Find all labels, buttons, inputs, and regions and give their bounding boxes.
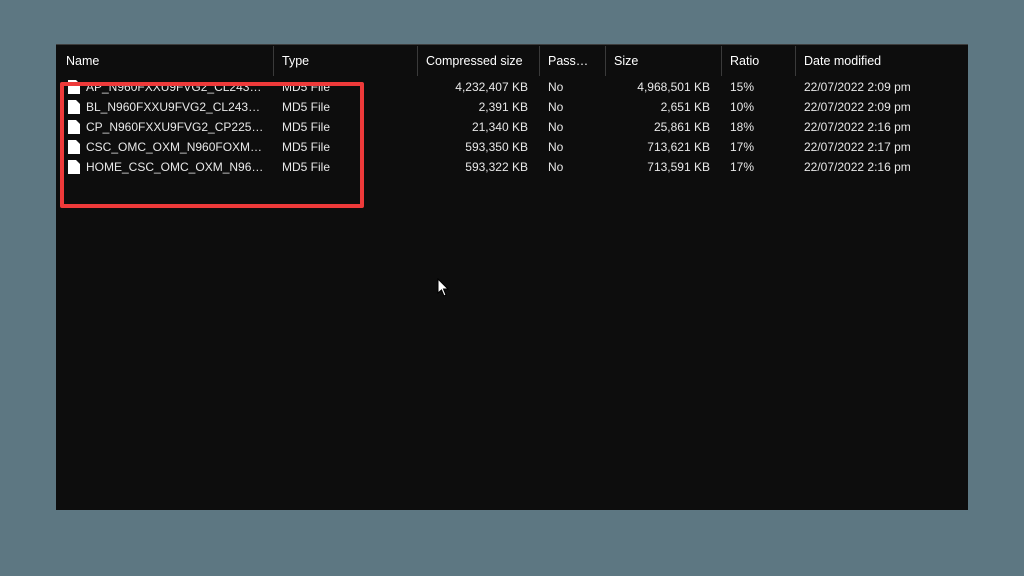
cell-size: 713,591 KB bbox=[606, 160, 722, 174]
table-row[interactable]: CP_N960FXXU9FVG2_CP22538496_... MD5 File… bbox=[56, 117, 968, 137]
cell-name: BL_N960FXXU9FVG2_CL24343300_... bbox=[56, 100, 274, 114]
file-name-label: CSC_OMC_OXM_N960FOXM9FVG2... bbox=[86, 140, 266, 154]
cell-compressed-size: 593,350 KB bbox=[418, 140, 540, 154]
cell-password: No bbox=[540, 140, 606, 154]
cell-date-modified: 22/07/2022 2:09 pm bbox=[796, 100, 968, 114]
file-list: AP_N960FXXU9FVG2_CL24343300_... MD5 File… bbox=[56, 77, 968, 177]
file-name-label: HOME_CSC_OMC_OXM_N960FOX... bbox=[86, 160, 266, 174]
cell-size: 4,968,501 KB bbox=[606, 80, 722, 94]
cell-name: CP_N960FXXU9FVG2_CP22538496_... bbox=[56, 120, 274, 134]
cell-type: MD5 File bbox=[274, 80, 418, 94]
cell-password: No bbox=[540, 80, 606, 94]
column-header-row: Name ⌃ Type Compressed size Password ...… bbox=[56, 45, 968, 77]
column-header-name-label: Name bbox=[66, 54, 99, 68]
cell-size: 2,651 KB bbox=[606, 100, 722, 114]
cell-password: No bbox=[540, 120, 606, 134]
cell-ratio: 17% bbox=[722, 140, 796, 154]
cell-size: 713,621 KB bbox=[606, 140, 722, 154]
cell-ratio: 17% bbox=[722, 160, 796, 174]
cell-name: HOME_CSC_OMC_OXM_N960FOX... bbox=[56, 160, 274, 174]
file-explorer-window: Name ⌃ Type Compressed size Password ...… bbox=[56, 44, 968, 510]
file-name-label: AP_N960FXXU9FVG2_CL24343300_... bbox=[86, 80, 266, 94]
table-row[interactable]: AP_N960FXXU9FVG2_CL24343300_... MD5 File… bbox=[56, 77, 968, 97]
cell-compressed-size: 21,340 KB bbox=[418, 120, 540, 134]
column-header-date-modified[interactable]: Date modified bbox=[796, 46, 968, 76]
cell-password: No bbox=[540, 160, 606, 174]
table-row[interactable]: BL_N960FXXU9FVG2_CL24343300_... MD5 File… bbox=[56, 97, 968, 117]
column-header-type[interactable]: Type bbox=[274, 46, 418, 76]
column-header-name[interactable]: Name ⌃ bbox=[56, 46, 274, 76]
cell-name: AP_N960FXXU9FVG2_CL24343300_... bbox=[56, 80, 274, 94]
column-header-ratio[interactable]: Ratio bbox=[722, 46, 796, 76]
cell-compressed-size: 4,232,407 KB bbox=[418, 80, 540, 94]
cell-compressed-size: 2,391 KB bbox=[418, 100, 540, 114]
column-header-password[interactable]: Password ... bbox=[540, 46, 606, 76]
cell-name: CSC_OMC_OXM_N960FOXM9FVG2... bbox=[56, 140, 274, 154]
file-icon bbox=[68, 100, 80, 114]
table-row[interactable]: CSC_OMC_OXM_N960FOXM9FVG2... MD5 File 59… bbox=[56, 137, 968, 157]
cell-type: MD5 File bbox=[274, 120, 418, 134]
cell-size: 25,861 KB bbox=[606, 120, 722, 134]
cell-compressed-size: 593,322 KB bbox=[418, 160, 540, 174]
cell-ratio: 18% bbox=[722, 120, 796, 134]
cell-password: No bbox=[540, 100, 606, 114]
column-header-size[interactable]: Size bbox=[606, 46, 722, 76]
sort-ascending-icon: ⌃ bbox=[161, 46, 169, 53]
file-icon bbox=[68, 140, 80, 154]
cell-ratio: 15% bbox=[722, 80, 796, 94]
cell-type: MD5 File bbox=[274, 140, 418, 154]
cell-date-modified: 22/07/2022 2:16 pm bbox=[796, 120, 968, 134]
cell-type: MD5 File bbox=[274, 160, 418, 174]
cell-ratio: 10% bbox=[722, 100, 796, 114]
file-icon bbox=[68, 160, 80, 174]
file-icon bbox=[68, 120, 80, 134]
file-name-label: BL_N960FXXU9FVG2_CL24343300_... bbox=[86, 100, 266, 114]
file-icon bbox=[68, 80, 80, 94]
table-row[interactable]: HOME_CSC_OMC_OXM_N960FOX... MD5 File 593… bbox=[56, 157, 968, 177]
column-header-compressed-size[interactable]: Compressed size bbox=[418, 46, 540, 76]
cell-date-modified: 22/07/2022 2:09 pm bbox=[796, 80, 968, 94]
file-name-label: CP_N960FXXU9FVG2_CP22538496_... bbox=[86, 120, 266, 134]
cell-date-modified: 22/07/2022 2:17 pm bbox=[796, 140, 968, 154]
cell-type: MD5 File bbox=[274, 100, 418, 114]
cell-date-modified: 22/07/2022 2:16 pm bbox=[796, 160, 968, 174]
